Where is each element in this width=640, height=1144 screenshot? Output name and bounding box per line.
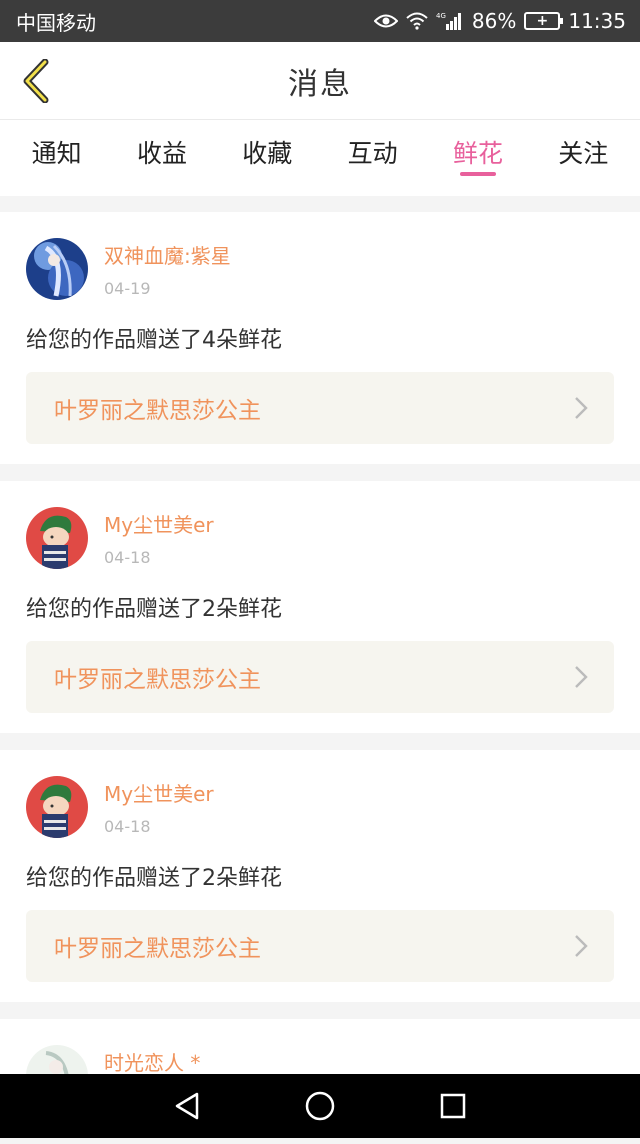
nav-recents-button[interactable] — [423, 1081, 483, 1131]
cartoon-avatar-icon — [26, 507, 88, 569]
tab-bar: 通知 收益 收藏 互动 鲜花 关注 — [0, 120, 640, 196]
tab-notifications[interactable]: 通知 — [7, 120, 107, 170]
tab-interactions[interactable]: 互动 — [323, 120, 423, 170]
username[interactable]: My尘世美er — [104, 778, 214, 807]
status-icons: 4G 86% + 11:35 — [374, 9, 626, 33]
work-title: 叶罗丽之默思莎公主 — [54, 660, 261, 694]
battery-percent: 86% — [472, 9, 516, 33]
chevron-right-icon — [574, 934, 588, 958]
message-text: 给您的作品赠送了2朵鲜花 — [26, 591, 614, 625]
network-badge: 4G — [436, 12, 446, 20]
wifi-icon — [406, 12, 428, 30]
app-header: 消息 — [0, 42, 640, 120]
avatar[interactable] — [26, 507, 88, 569]
message-card: My尘世美er 04-18 给您的作品赠送了2朵鲜花 叶罗丽之默思莎公主 — [0, 481, 640, 733]
chevron-right-icon — [574, 396, 588, 420]
nav-home-button[interactable] — [290, 1081, 350, 1131]
tab-earnings[interactable]: 收益 — [112, 120, 212, 170]
tab-following[interactable]: 关注 — [533, 120, 633, 170]
battery-charging-icon: + — [524, 12, 560, 30]
message-date: 04-18 — [104, 548, 214, 567]
username[interactable]: 时光恋人 * — [104, 1047, 200, 1076]
anime-avatar-icon — [26, 238, 88, 300]
avatar[interactable] — [26, 238, 88, 300]
work-link[interactable]: 叶罗丽之默思莎公主 — [26, 641, 614, 713]
message-date: 04-19 — [104, 279, 231, 298]
chevron-right-icon — [574, 665, 588, 689]
message-list: 双神血魔:紫星 04-19 给您的作品赠送了4朵鲜花 叶罗丽之默思莎公主 — [0, 212, 640, 1144]
avatar[interactable] — [26, 776, 88, 838]
message-card: 双神血魔:紫星 04-19 给您的作品赠送了4朵鲜花 叶罗丽之默思莎公主 — [0, 212, 640, 464]
message-text: 给您的作品赠送了2朵鲜花 — [26, 860, 614, 894]
chevron-left-icon — [21, 59, 51, 103]
message-card: My尘世美er 04-18 给您的作品赠送了2朵鲜花 叶罗丽之默思莎公主 — [0, 750, 640, 1002]
work-title: 叶罗丽之默思莎公主 — [54, 929, 261, 963]
triangle-back-icon — [173, 1091, 201, 1121]
back-button[interactable] — [14, 56, 58, 106]
eye-icon — [374, 13, 398, 29]
tab-flowers[interactable]: 鲜花 — [428, 120, 528, 170]
username[interactable]: 双神血魔:紫星 — [104, 240, 231, 269]
square-recents-icon — [439, 1092, 467, 1120]
message-text: 给您的作品赠送了4朵鲜花 — [26, 322, 614, 356]
status-bar: 中国移动 4G 86% + 11:35 — [0, 0, 640, 42]
username[interactable]: My尘世美er — [104, 509, 214, 538]
signal-icon: 4G — [436, 11, 464, 31]
tab-favorites[interactable]: 收藏 — [217, 120, 317, 170]
cartoon-avatar-icon — [26, 776, 88, 838]
work-link[interactable]: 叶罗丽之默思莎公主 — [26, 910, 614, 982]
message-date: 04-18 — [104, 817, 214, 836]
circle-home-icon — [304, 1090, 336, 1122]
carrier-label: 中国移动 — [16, 7, 96, 36]
nav-back-button[interactable] — [157, 1081, 217, 1131]
page-title: 消息 — [288, 59, 352, 103]
system-nav-bar — [0, 1074, 640, 1138]
work-title: 叶罗丽之默思莎公主 — [54, 391, 261, 425]
clock: 11:35 — [568, 9, 626, 33]
work-link[interactable]: 叶罗丽之默思莎公主 — [26, 372, 614, 444]
